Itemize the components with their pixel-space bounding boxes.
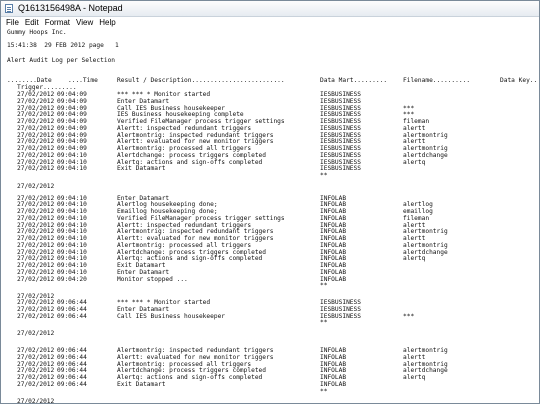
block-trailer-date: 27/02/2012 bbox=[1, 330, 539, 337]
menu-help[interactable]: Help bbox=[96, 17, 118, 29]
trailer-date: 27/02/2012 bbox=[17, 182, 55, 190]
block-trailer-mark: ** bbox=[1, 388, 539, 395]
column-header-row: ........Date ....Time Result / Descripti… bbox=[1, 77, 539, 84]
block-trailer-mark: ** bbox=[1, 172, 539, 179]
header-date: ........Date bbox=[7, 77, 52, 84]
menu-view[interactable]: View bbox=[73, 17, 96, 29]
notepad-app-icon bbox=[5, 4, 13, 13]
trailer-date: 27/02/2012 bbox=[17, 329, 55, 337]
header-trigger: Trigger......... bbox=[17, 84, 77, 91]
window-title: Q1613156498A - Notepad bbox=[18, 3, 123, 13]
header-data-mart: Data Mart......... bbox=[320, 77, 388, 84]
trailer-mark: ** bbox=[320, 387, 328, 395]
header-time: ....Time bbox=[68, 77, 98, 84]
block-trailer-date: 27/02/2012 bbox=[1, 398, 539, 403]
block-trailer-mark: ** bbox=[1, 319, 539, 326]
notepad-window: Q1613156498A - Notepad File Edit Format Vie… bbox=[0, 0, 540, 404]
company-name: Gummy Hoops Inc. bbox=[7, 29, 67, 36]
menu-edit[interactable]: Edit bbox=[22, 17, 42, 29]
trailer-mark: ** bbox=[320, 172, 328, 179]
title-bar[interactable]: Q1613156498A - Notepad bbox=[1, 1, 539, 17]
report-timestamp: 15:41:38 29 FEB 2012 page 1 bbox=[7, 42, 119, 49]
text-editor-area[interactable]: Gummy Hoops Inc. 15:41:38 29 FEB 2012 pa… bbox=[1, 29, 539, 403]
block-trailer-date: 27/02/2012 bbox=[1, 183, 539, 190]
menu-format[interactable]: Format bbox=[42, 17, 73, 29]
header-filename: Filename.......... bbox=[403, 77, 471, 84]
header-description: Result / Description....................… bbox=[117, 77, 285, 84]
menu-file[interactable]: File bbox=[3, 17, 22, 29]
header-data-key: Data Key.. bbox=[500, 77, 538, 84]
menu-bar: File Edit Format View Help bbox=[1, 17, 539, 29]
block-trailer-mark: ** bbox=[1, 282, 539, 289]
trailer-mark: ** bbox=[320, 282, 328, 290]
report-subtitle: Alert Audit Log per Selection bbox=[7, 57, 116, 64]
trailer-mark: ** bbox=[320, 319, 328, 327]
trailer-date: 27/02/2012 bbox=[17, 398, 55, 403]
